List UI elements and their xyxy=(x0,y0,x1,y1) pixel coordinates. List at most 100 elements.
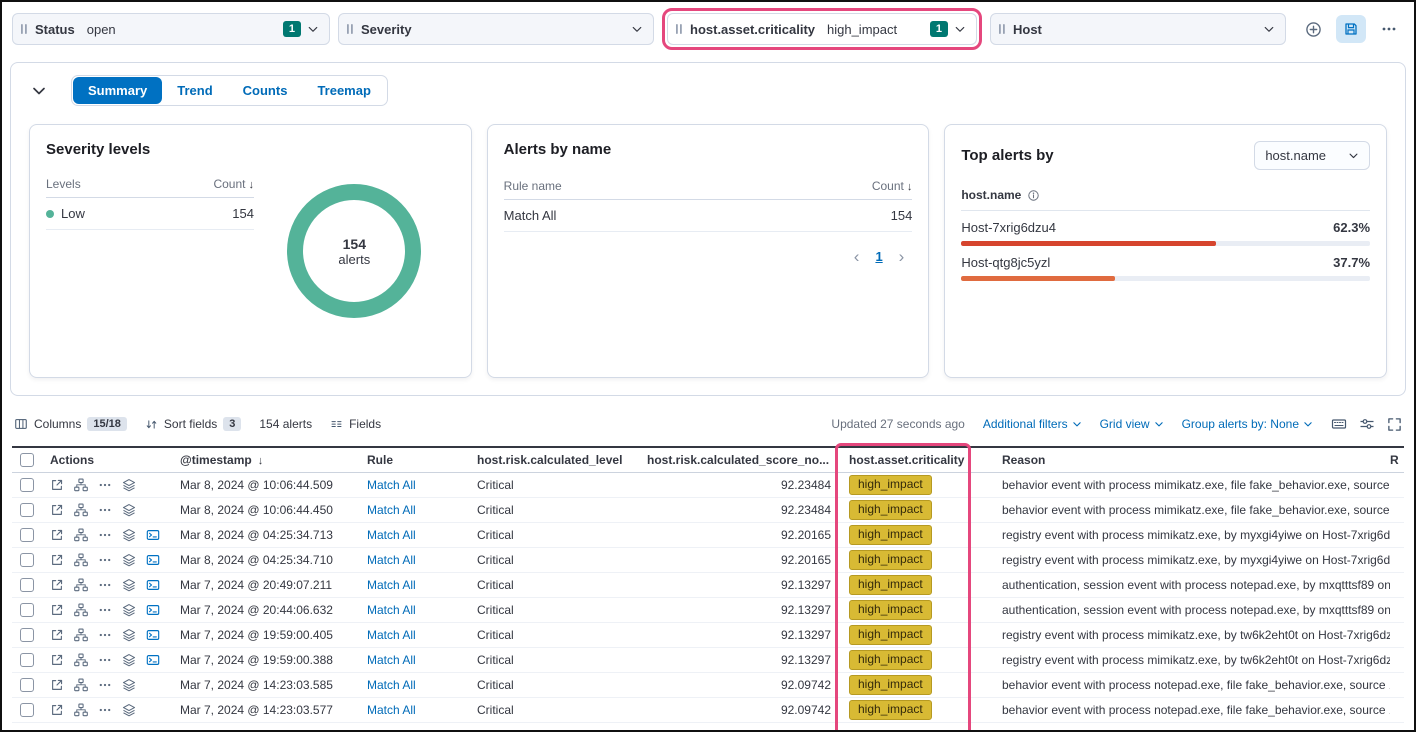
row-checkbox[interactable] xyxy=(20,678,34,692)
additional-filters-link[interactable]: Additional filters xyxy=(983,417,1082,431)
analyzer-icon[interactable] xyxy=(74,503,88,517)
tab-trend[interactable]: Trend xyxy=(162,77,227,104)
timeline-icon[interactable] xyxy=(122,653,136,667)
more-actions-icon[interactable] xyxy=(98,653,112,667)
rule-link[interactable]: Match All xyxy=(367,653,416,667)
columns-button[interactable]: Columns 15/18 xyxy=(14,417,127,431)
expand-alert-icon[interactable] xyxy=(50,603,64,617)
analyzer-icon[interactable] xyxy=(74,553,88,567)
more-actions-icon[interactable] xyxy=(98,628,112,642)
session-view-icon[interactable] xyxy=(146,578,160,592)
filter-host[interactable]: Host xyxy=(990,13,1286,45)
more-actions-icon[interactable] xyxy=(98,553,112,567)
analyzer-icon[interactable] xyxy=(74,528,88,542)
row-checkbox[interactable] xyxy=(20,478,34,492)
more-actions-icon[interactable] xyxy=(98,503,112,517)
session-view-icon[interactable] xyxy=(146,628,160,642)
row-checkbox[interactable] xyxy=(20,653,34,667)
analyzer-icon[interactable] xyxy=(74,578,88,592)
more-actions-icon[interactable] xyxy=(98,703,112,717)
expand-alert-icon[interactable] xyxy=(50,628,64,642)
add-filter-button[interactable] xyxy=(1298,15,1328,43)
header-criticality[interactable]: host.asset.criticality xyxy=(841,453,965,467)
row-checkbox[interactable] xyxy=(20,628,34,642)
rule-link[interactable]: Match All xyxy=(367,478,416,492)
fields-button[interactable]: Fields xyxy=(330,417,381,431)
more-actions-icon[interactable] xyxy=(98,578,112,592)
row-checkbox[interactable] xyxy=(20,528,34,542)
expand-alert-icon[interactable] xyxy=(50,578,64,592)
filter-severity[interactable]: Severity xyxy=(338,13,654,45)
timeline-icon[interactable] xyxy=(122,603,136,617)
timeline-icon[interactable] xyxy=(122,578,136,592)
tab-treemap[interactable]: Treemap xyxy=(302,77,385,104)
session-view-icon[interactable] xyxy=(146,653,160,667)
sort-fields-button[interactable]: Sort fields 3 xyxy=(145,417,241,431)
expand-alert-icon[interactable] xyxy=(50,528,64,542)
header-risk-score[interactable]: host.risk.calculated_score_no... xyxy=(645,453,841,467)
select-all-checkbox[interactable] xyxy=(20,453,34,467)
analyzer-icon[interactable] xyxy=(74,653,88,667)
expand-alert-icon[interactable] xyxy=(50,478,64,492)
timeline-icon[interactable] xyxy=(122,678,136,692)
header-rule[interactable]: Rule xyxy=(367,453,477,467)
header-risk-level[interactable]: host.risk.calculated_level xyxy=(477,453,645,467)
analyzer-icon[interactable] xyxy=(74,703,88,717)
expand-alert-icon[interactable] xyxy=(50,678,64,692)
header-timestamp[interactable]: @timestamp ↓ xyxy=(180,453,367,467)
timeline-icon[interactable] xyxy=(122,553,136,567)
more-actions-icon[interactable] xyxy=(98,478,112,492)
page-number[interactable]: 1 xyxy=(875,249,882,264)
tab-counts[interactable]: Counts xyxy=(228,77,303,104)
expand-alert-icon[interactable] xyxy=(50,503,64,517)
session-view-icon[interactable] xyxy=(146,528,160,542)
group-alerts-link[interactable]: Group alerts by: None xyxy=(1182,417,1313,431)
rule-link[interactable]: Match All xyxy=(367,528,416,542)
rule-link[interactable]: Match All xyxy=(367,678,416,692)
row-checkbox[interactable] xyxy=(20,553,34,567)
save-query-button[interactable] xyxy=(1336,15,1366,43)
grid-view-link[interactable]: Grid view xyxy=(1100,417,1164,431)
filter-status[interactable]: Status open 1 xyxy=(12,13,330,45)
collapse-charts-button[interactable] xyxy=(29,81,49,101)
analyzer-icon[interactable] xyxy=(74,678,88,692)
rule-link[interactable]: Match All xyxy=(367,578,416,592)
timeline-icon[interactable] xyxy=(122,628,136,642)
rule-link[interactable]: Match All xyxy=(367,628,416,642)
expand-alert-icon[interactable] xyxy=(50,703,64,717)
timeline-icon[interactable] xyxy=(122,478,136,492)
next-page-icon[interactable]: › xyxy=(899,248,905,265)
session-view-icon[interactable] xyxy=(146,553,160,567)
analyzer-icon[interactable] xyxy=(74,478,88,492)
timeline-icon[interactable] xyxy=(122,528,136,542)
rule-link[interactable]: Match All xyxy=(367,603,416,617)
previous-page-icon[interactable]: ‹ xyxy=(854,248,860,265)
rule-link[interactable]: Match All xyxy=(367,703,416,717)
row-checkbox[interactable] xyxy=(20,703,34,717)
session-view-icon[interactable] xyxy=(146,603,160,617)
expand-alert-icon[interactable] xyxy=(50,653,64,667)
display-options-icon[interactable] xyxy=(1359,416,1375,432)
fullscreen-icon[interactable] xyxy=(1387,417,1402,432)
timeline-icon[interactable] xyxy=(122,503,136,517)
analyzer-icon[interactable] xyxy=(74,603,88,617)
timeline-icon[interactable] xyxy=(122,703,136,717)
top-alerts-field-select[interactable]: host.name xyxy=(1254,141,1370,170)
row-checkbox[interactable] xyxy=(20,578,34,592)
more-actions-icon[interactable] xyxy=(98,603,112,617)
info-icon[interactable] xyxy=(1027,189,1040,202)
more-actions-icon[interactable] xyxy=(98,528,112,542)
expand-alert-icon[interactable] xyxy=(50,553,64,567)
analyzer-icon[interactable] xyxy=(74,628,88,642)
column-header-count[interactable]: Count↓ xyxy=(872,179,913,193)
column-header-count[interactable]: Count↓ xyxy=(213,177,254,191)
filter-host-asset-criticality[interactable]: host.asset.criticality high_impact 1 xyxy=(667,13,977,45)
rule-link[interactable]: Match All xyxy=(367,553,416,567)
tab-summary[interactable]: Summary xyxy=(73,77,162,104)
row-checkbox[interactable] xyxy=(20,503,34,517)
rule-link[interactable]: Match All xyxy=(367,503,416,517)
more-actions-icon[interactable] xyxy=(98,678,112,692)
row-checkbox[interactable] xyxy=(20,603,34,617)
header-reason[interactable]: Reason xyxy=(965,453,1390,467)
keyboard-shortcuts-icon[interactable] xyxy=(1331,416,1347,432)
